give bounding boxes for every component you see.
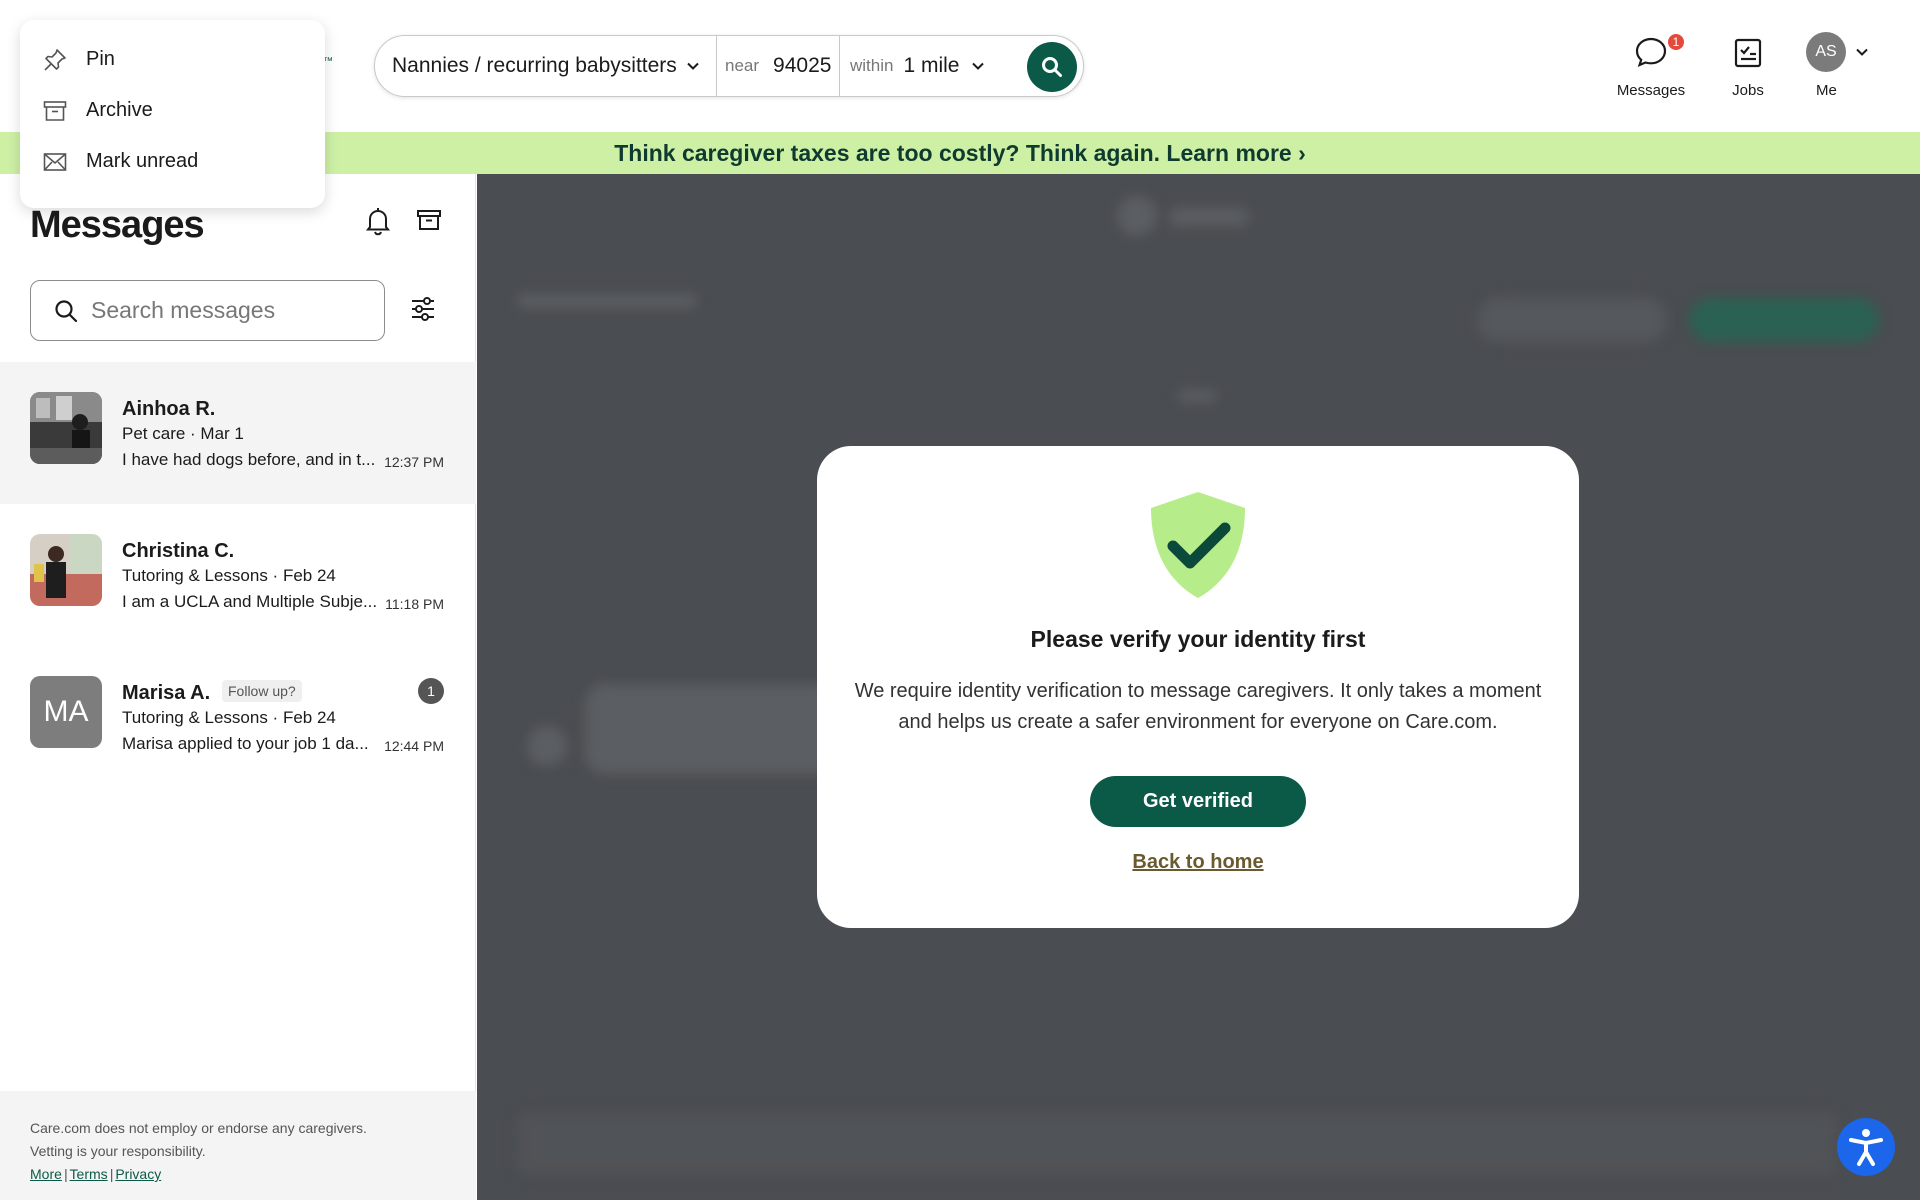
search-bar: Nannies / recurring babysitters near 940…: [374, 35, 1084, 97]
menu-item-mark-unread[interactable]: Mark unread: [20, 136, 325, 187]
conversation-preview: Marisa applied to your job 1 da...: [122, 734, 369, 753]
service-select[interactable]: Nannies / recurring babysitters: [375, 36, 717, 96]
conversation-name: Christina C.: [122, 540, 235, 562]
chevron-down-icon: [1856, 48, 1868, 56]
nav-messages-label: Messages: [1616, 82, 1686, 99]
blurred-date: [1177, 390, 1217, 402]
filter-sliders-icon[interactable]: [410, 296, 436, 322]
footer-links: More | Terms | Privacy: [30, 1163, 446, 1186]
conversation-item[interactable]: Ainhoa R. Pet care · Mar 1 I have had do…: [0, 362, 476, 504]
conversation-category: Pet care · Mar 1: [122, 424, 244, 443]
menu-item-pin[interactable]: Pin: [20, 34, 325, 85]
accessibility-button[interactable]: [1837, 1118, 1895, 1176]
blurred-button: [1689, 298, 1879, 342]
caregiver-photo: [30, 392, 102, 464]
archive-icon[interactable]: [416, 208, 442, 232]
conversation-context-menu: Pin Archive Mark unread: [20, 20, 325, 208]
disclaimer-line-2: Vetting is your responsibility.: [30, 1143, 206, 1159]
menu-item-archive[interactable]: Archive: [20, 85, 325, 136]
page-title: Messages: [30, 204, 205, 246]
blurred-avatar: [527, 726, 567, 766]
zip-field[interactable]: near 94025: [717, 36, 840, 96]
menu-item-label: Pin: [86, 48, 115, 70]
chevron-down-icon: [687, 62, 699, 70]
chat-bubble-icon: [1635, 37, 1667, 67]
conversation-name: Marisa A.: [122, 682, 211, 704]
accessibility-icon: [1849, 1129, 1883, 1166]
link-separator: |: [63, 1166, 68, 1182]
nav-jobs-label: Jobs: [1732, 82, 1764, 99]
blurred-button: [1477, 298, 1667, 342]
messages-panel: Messages Ainhoa R. Pet care · Mar 1 I ha…: [0, 174, 476, 1200]
verified-shield-icon: [1151, 492, 1245, 598]
modal-body: We require identity verification to mess…: [854, 680, 1542, 733]
follow-up-tag: Follow up?: [222, 680, 302, 702]
promo-banner-text: Think caregiver taxes are too costly? Th…: [614, 139, 1306, 166]
distance-select[interactable]: within 1 mile: [840, 36, 986, 96]
search-messages-box[interactable]: [30, 280, 385, 341]
conversation-preview: I am a UCLA and Multiple Subje...: [122, 592, 378, 611]
nav-me-label: Me: [1816, 82, 1837, 99]
conversation-item[interactable]: MA Marisa A. Follow up? 1 Tutoring & Les…: [0, 646, 476, 788]
bell-icon[interactable]: [364, 206, 392, 236]
caregiver-initials-avatar: MA: [30, 676, 102, 748]
footer-link-more[interactable]: More: [30, 1166, 62, 1182]
back-to-home-label: Back to home: [1132, 851, 1264, 873]
nav-me[interactable]: AS Me: [1806, 32, 1874, 99]
unread-count-badge: 1: [418, 678, 444, 704]
menu-item-label: Archive: [86, 99, 153, 121]
disclaimer-line-1: Care.com does not employ or endorse any …: [30, 1120, 367, 1136]
disclaimer-footer: Care.com does not employ or endorse any …: [0, 1091, 476, 1200]
jobs-clipboard-icon: [1734, 38, 1762, 68]
blurred-composer: [517, 1114, 1837, 1174]
verify-identity-modal: Please verify your identity first We req…: [817, 446, 1579, 928]
blurred-avatar: [1117, 196, 1157, 236]
near-label: near: [725, 56, 760, 75]
service-select-value: Nannies / recurring babysitters: [392, 54, 677, 77]
back-to-home-link[interactable]: Back to home: [817, 851, 1579, 874]
search-icon: [55, 299, 78, 322]
conversation-time: 12:37 PM: [384, 454, 444, 470]
conversation-item[interactable]: Christina C. Tutoring & Lessons · Feb 24…: [0, 504, 476, 646]
conversation-name: Ainhoa R.: [122, 398, 216, 420]
modal-title: Please verify your identity first: [1030, 626, 1366, 652]
chevron-down-icon: [971, 62, 984, 70]
conversation-preview: I have had dogs before, and in t...: [122, 450, 376, 469]
nav-jobs[interactable]: Jobs: [1718, 32, 1778, 99]
footer-link-privacy[interactable]: Privacy: [115, 1166, 161, 1182]
footer-link-terms[interactable]: Terms: [70, 1166, 108, 1182]
conversation-time: 11:18 PM: [385, 596, 444, 612]
search-icon: [1042, 57, 1062, 77]
pin-icon: [44, 48, 66, 71]
archive-icon: [43, 100, 67, 121]
conversation-category: Tutoring & Lessons · Feb 24: [122, 708, 336, 727]
get-verified-button[interactable]: Get verified: [1090, 776, 1306, 827]
caregiver-photo: [30, 534, 102, 606]
messages-badge: 1: [1666, 32, 1686, 52]
blurred-message: [585, 684, 845, 774]
user-avatar: AS: [1806, 32, 1846, 72]
within-label: within: [850, 56, 894, 75]
search-button[interactable]: [1027, 42, 1077, 92]
blurred-name: [1169, 208, 1249, 226]
nav-messages[interactable]: 1 Messages: [1612, 32, 1690, 99]
conversation-category: Tutoring & Lessons · Feb 24: [122, 566, 336, 585]
distance-value: 1 mile: [903, 54, 960, 77]
search-messages-input[interactable]: [91, 297, 371, 324]
menu-item-label: Mark unread: [86, 150, 199, 172]
envelope-icon: [43, 152, 67, 171]
zip-value: 94025: [773, 54, 832, 77]
blurred-text: [517, 294, 697, 308]
conversation-time: 12:44 PM: [384, 738, 444, 754]
